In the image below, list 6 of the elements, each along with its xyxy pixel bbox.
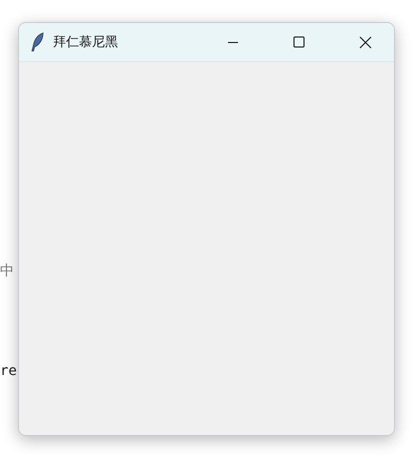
close-icon	[358, 36, 372, 48]
background-text: 中	[0, 262, 14, 280]
feather-icon	[31, 32, 45, 52]
maximize-icon	[293, 36, 305, 48]
background-text: re	[0, 363, 17, 379]
window-title: 拜仁慕尼黑	[53, 34, 119, 51]
